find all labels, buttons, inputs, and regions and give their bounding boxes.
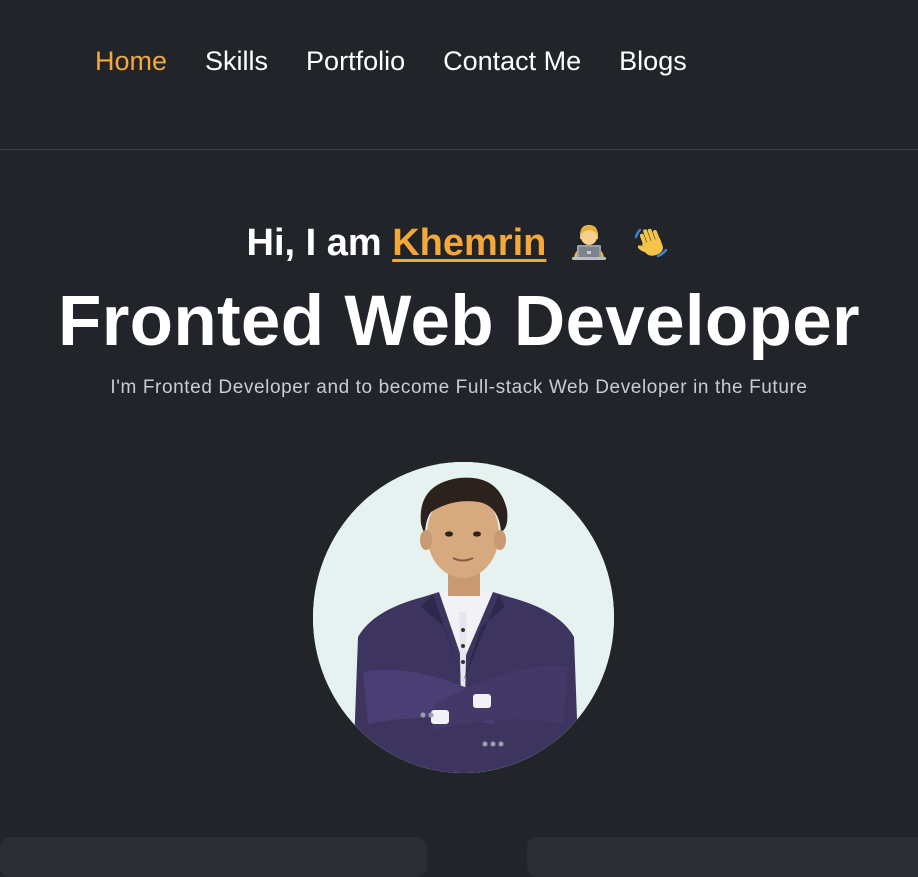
nav-item-home: Home [95, 44, 167, 78]
nav-link-portfolio[interactable]: Portfolio [306, 46, 405, 76]
navbar: Home Skills Portfolio Contact Me Blogs [0, 0, 918, 150]
waving-hand-icon [631, 221, 671, 261]
hero-headline: Fronted Web Developer [58, 282, 860, 361]
bottom-card-right [527, 837, 918, 877]
nav-item-portfolio: Portfolio [306, 44, 405, 78]
bottom-card-left [0, 837, 427, 877]
nav-link-blogs[interactable]: Blogs [619, 46, 687, 76]
technologist-icon [569, 221, 609, 261]
nav-item-blogs: Blogs [619, 44, 687, 78]
nav-item-contact: Contact Me [443, 44, 581, 78]
nav-link-skills[interactable]: Skills [205, 46, 268, 76]
nav-link-home[interactable]: Home [95, 46, 167, 76]
nav-list: Home Skills Portfolio Contact Me Blogs [95, 44, 687, 78]
hero-greeting: Hi, I am Khemrin [0, 220, 918, 266]
nav-item-skills: Skills [205, 44, 268, 78]
nav-link-contact[interactable]: Contact Me [443, 46, 581, 76]
hero-name-link[interactable]: Khemrin [392, 222, 546, 264]
hero-subtitle: I'm Fronted Developer and to become Full… [110, 377, 808, 398]
greeting-prefix: Hi, I am [246, 222, 382, 264]
profile-avatar [313, 462, 614, 773]
